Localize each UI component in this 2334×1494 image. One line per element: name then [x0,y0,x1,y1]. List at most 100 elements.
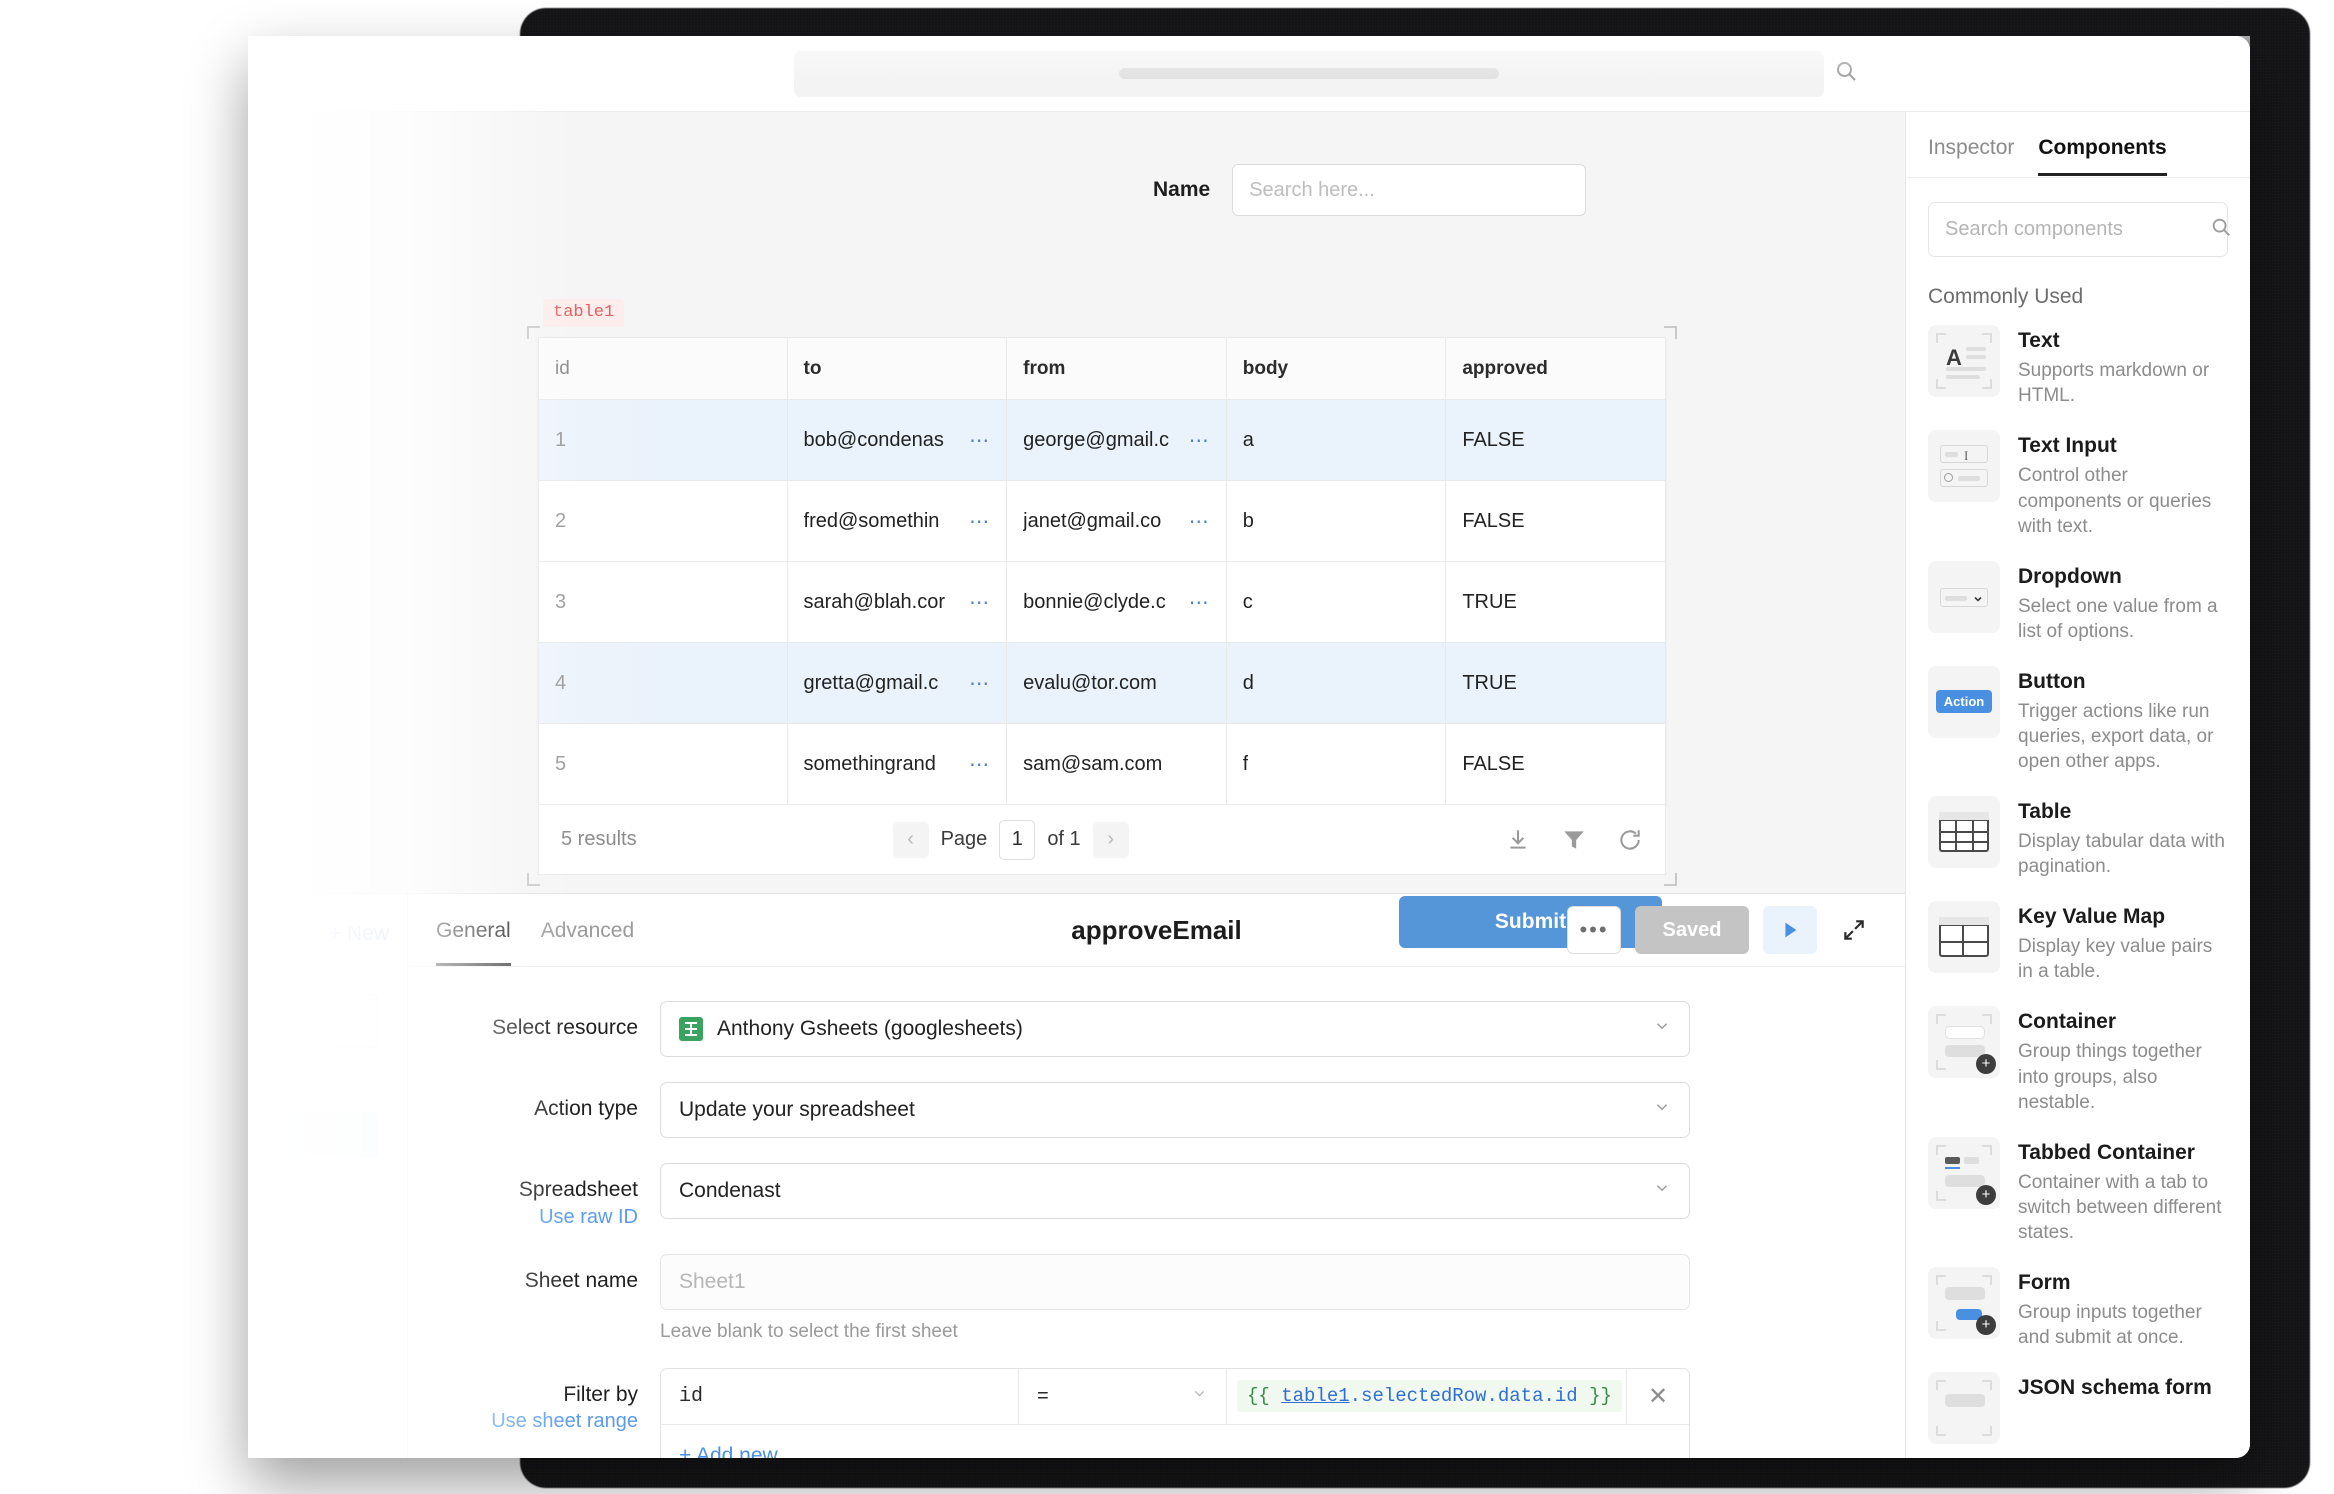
resource-value: Anthony Gsheets (googlesheets) [717,1017,1023,1041]
cell-to[interactable]: somethingrand ⋯ [786,723,1008,805]
table-row[interactable]: 4 gretta@gmail.c ⋯ evalu@tor.com d TRUE [538,642,1666,724]
component-item-form[interactable]: + Form Group inputs together and submit at… [1928,1266,2228,1350]
cell-overflow-icon[interactable]: ⋯ [1181,428,1210,453]
download-icon[interactable] [1505,827,1531,853]
cell-from[interactable]: george@gmail.c ⋯ [1006,399,1227,481]
column-header-to[interactable]: to [786,337,1008,400]
tabbed-container-component-icon: + [1928,1136,2000,1209]
component-item-container[interactable]: + Container Group things together into gro… [1928,1006,2228,1114]
cell-to[interactable]: gretta@gmail.c ⋯ [786,642,1008,724]
cell-body[interactable]: f [1225,723,1447,805]
spreadsheet-select[interactable]: Condenast [660,1163,1690,1220]
tab-general[interactable]: General [436,894,511,967]
cell-approved[interactable]: FALSE [1445,399,1666,481]
cell-body[interactable]: c [1225,561,1447,643]
action-type-select[interactable]: Update your spreadsheet [660,1082,1690,1139]
component-search[interactable] [1928,201,2230,258]
cell-to[interactable]: bob@condenas ⋯ [786,399,1008,481]
cell-id[interactable]: 4 [538,642,788,724]
cell-id[interactable]: 5 [538,723,788,805]
data-table[interactable]: id to from body approved 1 bob@condenas ⋯ g… [538,337,1666,805]
component-item-table[interactable]: Table Display tabular data with paginatio… [1928,796,2228,879]
component-item-key-value-map[interactable]: Key Value Map Display key value pairs in … [1928,901,2228,984]
sheet-name-input[interactable]: Sheet1 [660,1253,1690,1310]
tab-inspector[interactable]: Inspector [1928,136,2014,176]
filter-value-input[interactable]: {{ table1.selectedRow.data.id }} [1227,1368,1627,1424]
search-icon[interactable] [1834,59,1858,88]
cell-approved[interactable]: TRUE [1445,642,1666,724]
table-row[interactable]: 3 sarah@blah.cor ⋯ bonnie@clyde.c ⋯ c TRUE [538,561,1666,643]
component-item-tabbed-container[interactable]: + Tabbed Container Container with a tab to… [1928,1136,2228,1245]
use-raw-id-link[interactable]: Use raw ID [408,1206,638,1229]
query-list-item[interactable] [248,1112,378,1158]
component-name: Text Input [2018,434,2117,458]
cell-from[interactable]: bonnie@clyde.c ⋯ [1006,561,1227,643]
cell-approved[interactable]: TRUE [1445,561,1666,643]
address-bar-skeleton [1119,68,1499,79]
new-query-button[interactable]: + New [329,922,389,946]
search-components-input[interactable] [1945,218,2210,242]
cell-overflow-icon[interactable]: ⋯ [961,509,990,534]
cell-overflow-icon[interactable]: ⋯ [961,671,990,696]
expand-icon[interactable] [1831,906,1877,954]
cell-to[interactable]: fred@somethin ⋯ [786,480,1008,562]
play-icon[interactable] [1763,906,1817,955]
selection-handle-top-right[interactable] [1664,326,1677,339]
add-new-filter-button[interactable]: + Add new [661,1425,1689,1458]
component-item-dropdown[interactable]: Dropdown Select one value from a list of … [1928,560,2228,644]
address-bar[interactable] [794,50,1856,97]
cell-approved[interactable]: FALSE [1445,480,1666,562]
filter-icon[interactable] [1561,827,1587,853]
cell-overflow-icon[interactable]: ⋯ [961,752,990,777]
column-header-from[interactable]: from [1006,337,1227,400]
filter-key-input[interactable]: id [661,1368,1019,1424]
cell-overflow-icon[interactable]: ⋯ [961,428,990,453]
query-list-sidebar: + New [248,894,408,1458]
selection-handle-bottom-left[interactable] [527,873,540,886]
column-header-id[interactable]: id [538,337,788,400]
cell-id[interactable]: 2 [538,480,788,562]
cell-approved[interactable]: FALSE [1445,723,1666,805]
chevron-down-icon [1653,1179,1671,1203]
chevron-right-icon[interactable]: › [1092,821,1129,858]
cell-overflow-icon[interactable]: ⋯ [1181,590,1210,615]
refresh-icon[interactable] [1617,827,1643,853]
cell-overflow-icon[interactable]: ⋯ [1181,509,1210,534]
column-header-body[interactable]: body [1225,337,1447,400]
cell-body[interactable]: b [1225,480,1447,562]
tab-advanced[interactable]: Advanced [541,894,634,966]
selection-handle-top-left[interactable] [527,326,540,339]
component-item-button[interactable]: Action Button Trigger actions like run que… [1928,665,2228,774]
chevron-left-icon[interactable]: ‹ [892,821,929,858]
selection-handle-bottom-right[interactable] [1664,873,1677,886]
filter-operator-select[interactable]: = [1019,1368,1227,1424]
tab-components[interactable]: Components [2038,136,2167,176]
use-sheet-range-link[interactable]: Use sheet range [408,1410,638,1433]
more-options-button[interactable]: ••• [1567,906,1621,955]
cell-overflow-icon[interactable]: ⋯ [961,590,990,615]
page-number-input[interactable]: 1 [999,819,1036,860]
table-row[interactable]: 5 somethingrand ⋯ sam@sam.com f FALSE [538,723,1666,805]
close-icon[interactable]: ✕ [1627,1369,1689,1424]
component-item-json-schema-form[interactable]: JSON schema form [1928,1372,2228,1445]
cell-id[interactable]: 3 [538,561,788,643]
cell-from[interactable]: evalu@tor.com [1006,642,1227,724]
cell-to[interactable]: sarah@blah.cor ⋯ [786,561,1008,643]
column-header-approved[interactable]: approved [1445,337,1666,400]
query-search-input[interactable] [248,994,378,1048]
cell-from[interactable]: sam@sam.com [1006,723,1227,805]
cell-body[interactable]: a [1225,399,1447,481]
table-widget[interactable]: table1 id to from body approved 1 bob@co… [527,299,1677,886]
saved-button[interactable]: Saved [1635,906,1749,955]
cell-from[interactable]: janet@gmail.co ⋯ [1006,480,1227,562]
cell-id[interactable]: 1 [538,399,788,481]
resource-select[interactable]: Anthony Gsheets (googlesheets) [660,1001,1690,1058]
cell-body[interactable]: d [1225,642,1447,724]
table-row[interactable]: 2 fred@somethin ⋯ janet@gmail.co ⋯ b FALSE [538,480,1666,562]
table-row[interactable]: 1 bob@condenas ⋯ george@gmail.c ⋯ a FALSE [538,399,1666,481]
search-input[interactable] [1232,164,1587,216]
component-description: Display tabular data with pagination. [2018,831,2225,878]
cell-text: c [1242,590,1253,613]
component-item-text-input[interactable]: I Text Input Control other components or q… [1928,430,2228,538]
component-item-text[interactable]: A Text Supports markdown or HTML. [1928,325,2228,408]
